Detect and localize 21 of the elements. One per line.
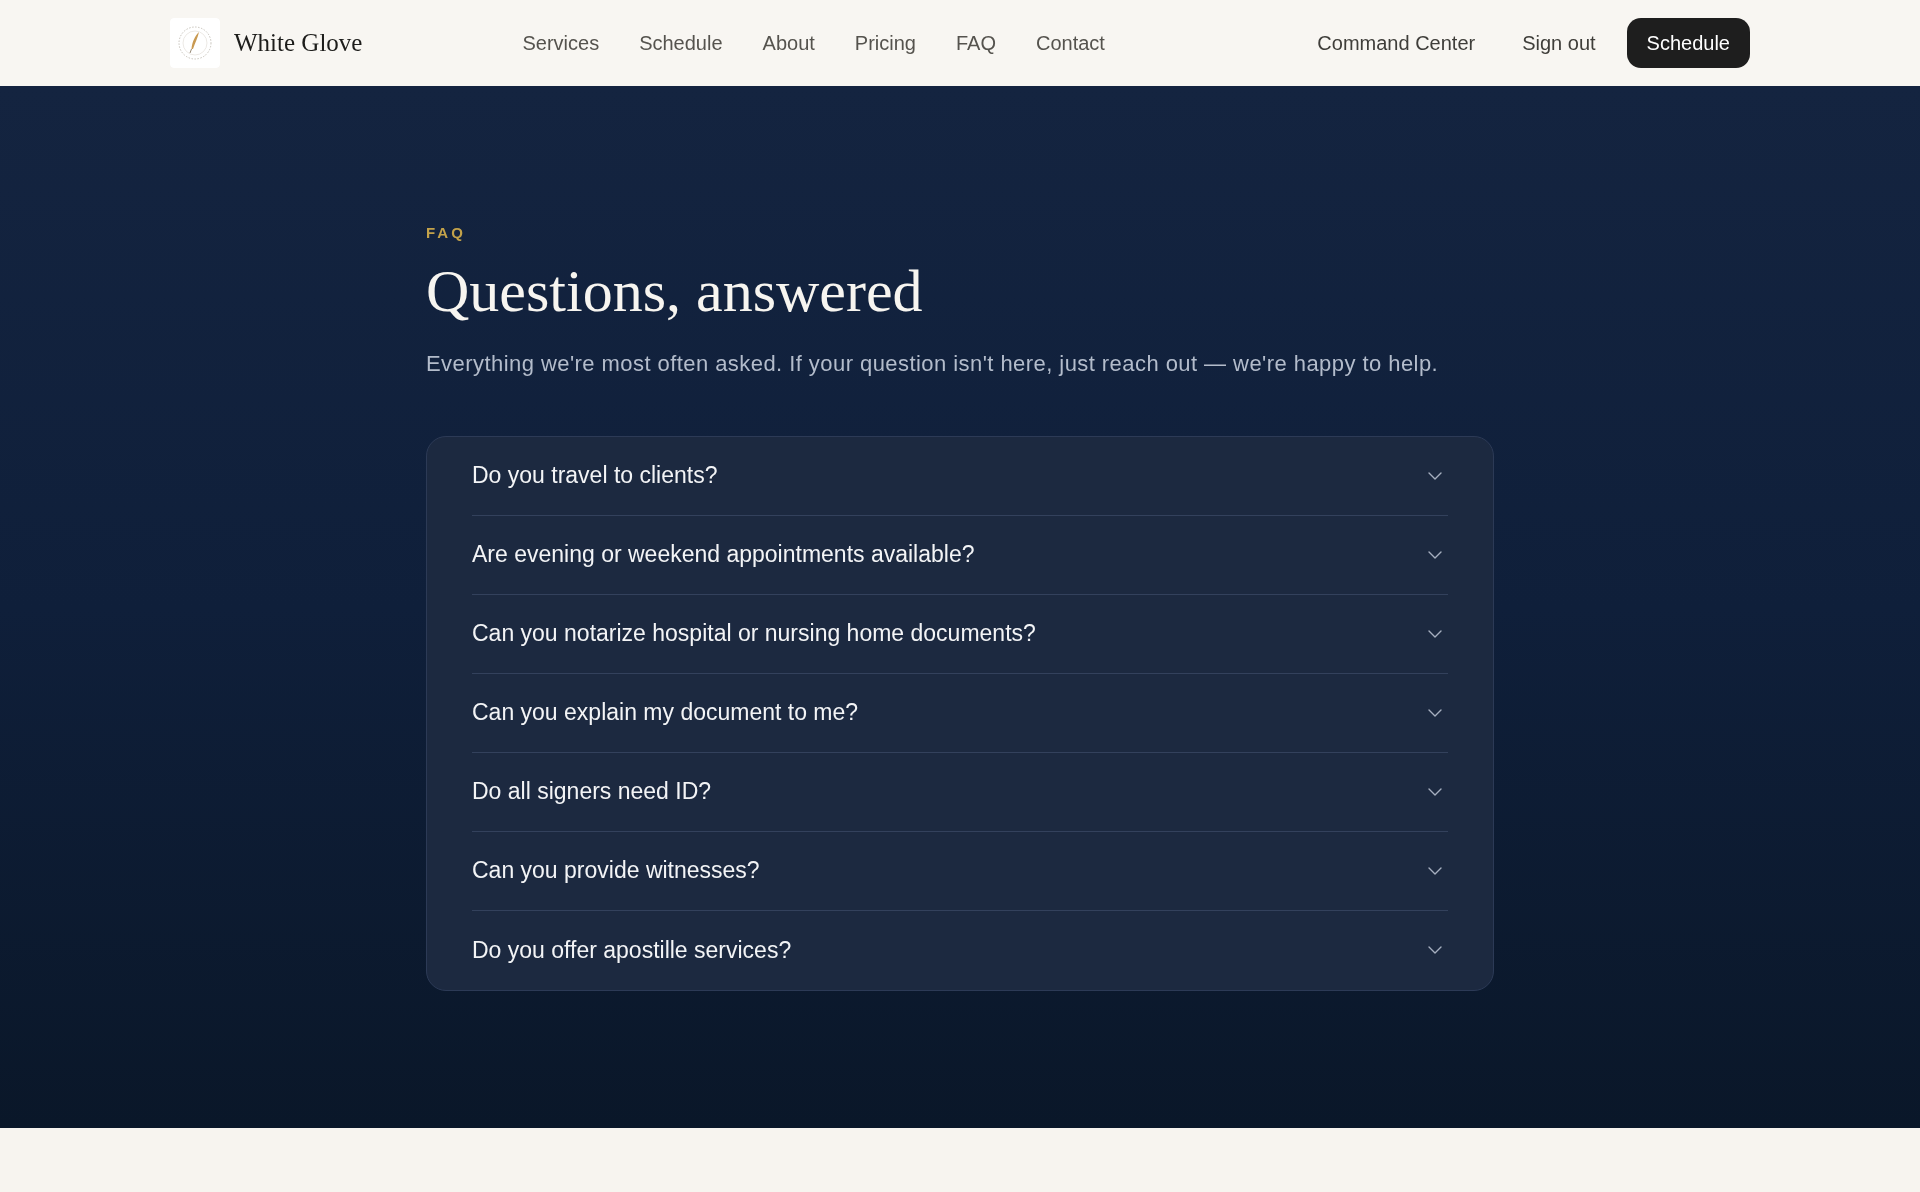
nav-link[interactable]: About: [742, 22, 835, 64]
faq-question[interactable]: Can you explain my document to me?: [472, 673, 1448, 753]
nav-link[interactable]: Schedule: [619, 22, 743, 64]
section-eyebrow: FAQ: [426, 223, 467, 243]
nav-link[interactable]: Services: [502, 22, 620, 64]
header-link[interactable]: Command Center: [1301, 22, 1492, 64]
faq-question[interactable]: Can you provide witnesses?: [472, 831, 1448, 911]
nav-link[interactable]: FAQ: [935, 22, 1016, 64]
faq-question[interactable]: Are evening or weekend appointments available?: [472, 515, 1448, 595]
faq-question[interactable]: Can you notarize hospital or nursing home documents?: [472, 594, 1448, 674]
nav-link[interactable]: Contact: [1015, 22, 1125, 64]
nav-link[interactable]: Pricing: [834, 22, 936, 64]
section-title: Questions, answered: [426, 256, 924, 326]
faq-question[interactable]: Do you travel to clients?: [472, 436, 1448, 516]
quill-logo-icon: [170, 18, 220, 68]
header-link[interactable]: Sign out: [1506, 22, 1612, 64]
brand-name: White Glove: [234, 28, 363, 59]
faq-question[interactable]: Do you offer apostille services?: [472, 910, 1448, 990]
schedule-button[interactable]: Schedule: [1626, 18, 1750, 68]
section-subtitle: Everything we're most often asked. If your question isn't here, just reach out — we're happy to help.: [426, 349, 1440, 378]
faq-question[interactable]: Do all signers need ID?: [472, 752, 1448, 832]
